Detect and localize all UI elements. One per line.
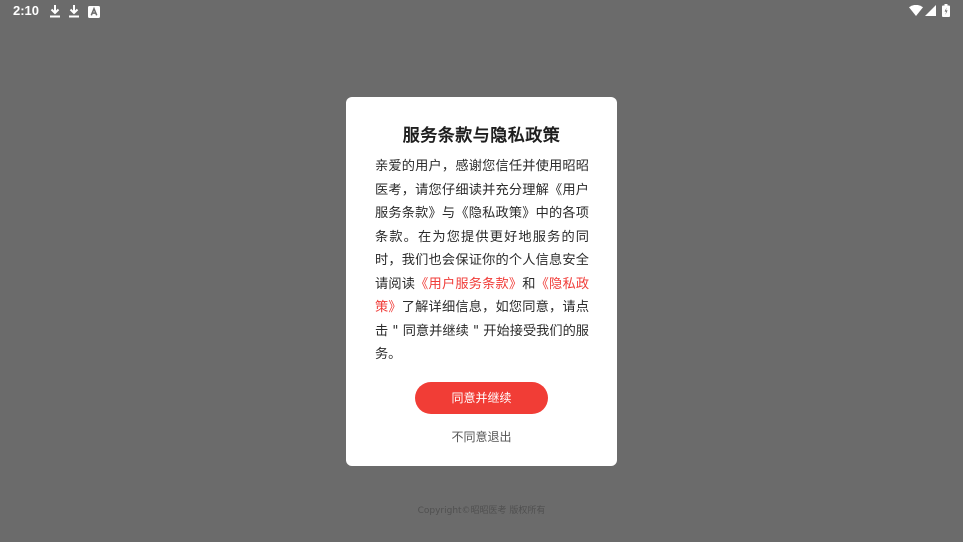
download-icon bbox=[50, 5, 60, 18]
message-text: 亲爱的用户，感谢您信任并使用昭昭医考，请您仔细读并充分理解《用户服务条款》与《隐… bbox=[375, 159, 589, 292]
battery-icon bbox=[942, 4, 950, 17]
status-bar: 2:10 bbox=[0, 0, 963, 24]
dialog-title: 服务条款与隐私政策 bbox=[402, 126, 561, 146]
signal-icon bbox=[925, 5, 936, 16]
agree-continue-button[interactable]: 同意并继续 bbox=[415, 382, 548, 414]
status-time: 2:10 bbox=[13, 3, 40, 18]
terms-privacy-dialog: 服务条款与隐私政策 亲爱的用户，感谢您信任并使用昭昭医考，请您仔细读并充分理解《… bbox=[346, 97, 617, 466]
copyright-text: Copyright©昭昭医考 版权所有 bbox=[417, 506, 546, 516]
message-text-end: 了解详细信息，如您同意，请点击 " 同意并继续 " 开始接受我们的服务。 bbox=[375, 300, 590, 362]
download-icon bbox=[69, 5, 79, 18]
disagree-exit-button[interactable]: 不同意退出 bbox=[346, 428, 617, 445]
user-terms-link[interactable]: 《用户服务条款》 bbox=[415, 277, 522, 292]
app-notification-icon bbox=[88, 6, 100, 18]
wifi-icon bbox=[909, 5, 923, 16]
screen: 2:10 服务条款与隐私政策 亲爱的用户，感谢您信任并使用昭昭医考，请您仔细读并… bbox=[0, 0, 963, 542]
dialog-message: 亲爱的用户，感谢您信任并使用昭昭医考，请您仔细读并充分理解《用户服务条款》与《隐… bbox=[375, 155, 589, 367]
message-text-and: 和 bbox=[522, 276, 536, 292]
